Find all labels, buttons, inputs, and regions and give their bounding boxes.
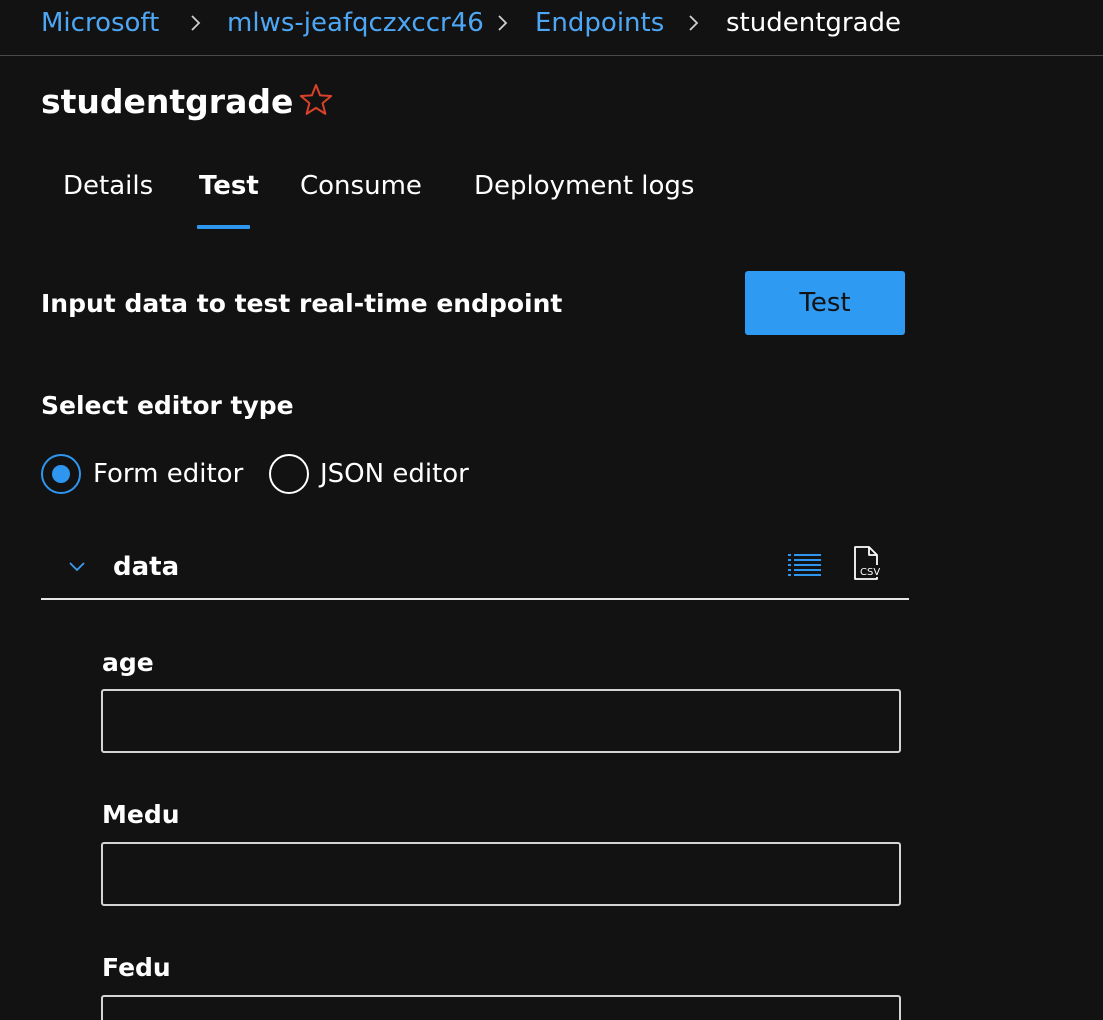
- json-editor-radio[interactable]: [269, 454, 309, 494]
- tab-details[interactable]: Details: [63, 168, 153, 204]
- form-editor-radio[interactable]: [41, 454, 81, 494]
- chevron-right-icon: [689, 15, 699, 31]
- csv-icon-glyph: CSV: [860, 567, 880, 578]
- active-tab-indicator: [197, 225, 250, 229]
- breadcrumb: Microsoft mlws-jeafqczxccr46 Endpoints s…: [0, 0, 1103, 56]
- test-button[interactable]: Test: [745, 271, 905, 335]
- breadcrumb-item-microsoft[interactable]: Microsoft: [41, 6, 159, 40]
- fedu-input[interactable]: [101, 995, 901, 1020]
- chevron-right-icon: [191, 15, 201, 31]
- breadcrumb-item-endpoints[interactable]: Endpoints: [535, 6, 664, 40]
- page-title: studentgrade: [41, 82, 294, 121]
- csv-file-icon[interactable]: CSV: [849, 545, 889, 583]
- json-editor-label[interactable]: JSON editor: [320, 456, 469, 492]
- chevron-right-icon: [498, 15, 508, 31]
- breadcrumb-current: studentgrade: [726, 8, 902, 38]
- breadcrumb-item-workspace[interactable]: mlws-jeafqczxccr46: [227, 6, 484, 40]
- tab-deployment-logs[interactable]: Deployment logs: [474, 168, 694, 204]
- tab-test[interactable]: Test: [199, 168, 259, 204]
- age-input[interactable]: [101, 689, 901, 753]
- form-editor-label[interactable]: Form editor: [93, 456, 243, 492]
- field-label-age: age: [102, 648, 154, 677]
- list-view-icon[interactable]: [787, 549, 823, 579]
- editor-type-label: Select editor type: [41, 391, 294, 420]
- endpoint-test-page: Microsoft mlws-jeafqczxccr46 Endpoints s…: [0, 0, 1103, 1020]
- test-section-title: Input data to test real-time endpoint: [41, 289, 563, 318]
- star-outline-icon[interactable]: [298, 82, 334, 118]
- data-group-header: data CSV: [41, 535, 909, 600]
- field-label-medu: Medu: [102, 800, 180, 829]
- data-group-title: data: [113, 552, 180, 582]
- field-label-fedu: Fedu: [102, 953, 171, 982]
- chevron-down-icon[interactable]: [66, 555, 88, 577]
- tab-consume[interactable]: Consume: [300, 168, 422, 204]
- medu-input[interactable]: [101, 842, 901, 906]
